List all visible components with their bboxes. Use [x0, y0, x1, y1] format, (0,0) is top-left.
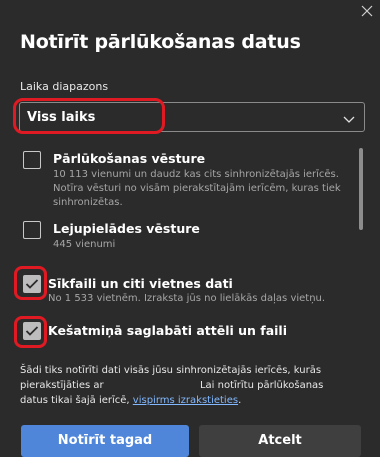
close-icon[interactable] — [358, 2, 376, 20]
browsing-history-checkbox[interactable] — [23, 151, 41, 169]
sync-notice-text-3: . — [238, 395, 242, 406]
download-history-checkbox[interactable] — [23, 221, 41, 239]
cancel-button[interactable]: Atcelt — [199, 425, 361, 457]
clear-now-button[interactable]: Notīrīt tagad — [21, 425, 189, 457]
sign-out-link[interactable]: vispirms izrakstieties — [133, 395, 238, 406]
browsing-history-title: Pārlūkošanas vēsture — [53, 151, 206, 166]
clear-browsing-data-dialog: Notīrīt pārlūkošanas datus Laika diapazo… — [0, 0, 380, 457]
dialog-title: Notīrīt pārlūkošanas datus — [20, 31, 301, 53]
cached-images-title: Kešatmiņā saglabāti attēli un faili — [48, 323, 287, 338]
browsing-history-description: 10 113 vienumi un daudz kas cits sinhron… — [53, 169, 341, 208]
scrollbar[interactable] — [359, 148, 363, 230]
sync-notice: Šādi tiks notīrīti dati visās jūsu sinhr… — [20, 363, 340, 408]
highlight-annotation-cache — [14, 316, 47, 348]
chevron-down-icon — [342, 111, 356, 125]
time-range-label: Laika diapazons — [20, 80, 109, 93]
cookies-description: No 1 533 vietnēm. Izraksta jūs no lielāk… — [48, 293, 326, 304]
download-history-title: Lejupielādes vēsture — [53, 221, 200, 236]
download-history-description: 445 vienumi — [53, 239, 116, 250]
highlight-annotation-cookies — [14, 266, 47, 300]
cookies-title: Sīkfaili un citi vietnes dati — [48, 276, 233, 291]
highlight-annotation-time-range — [13, 98, 165, 134]
